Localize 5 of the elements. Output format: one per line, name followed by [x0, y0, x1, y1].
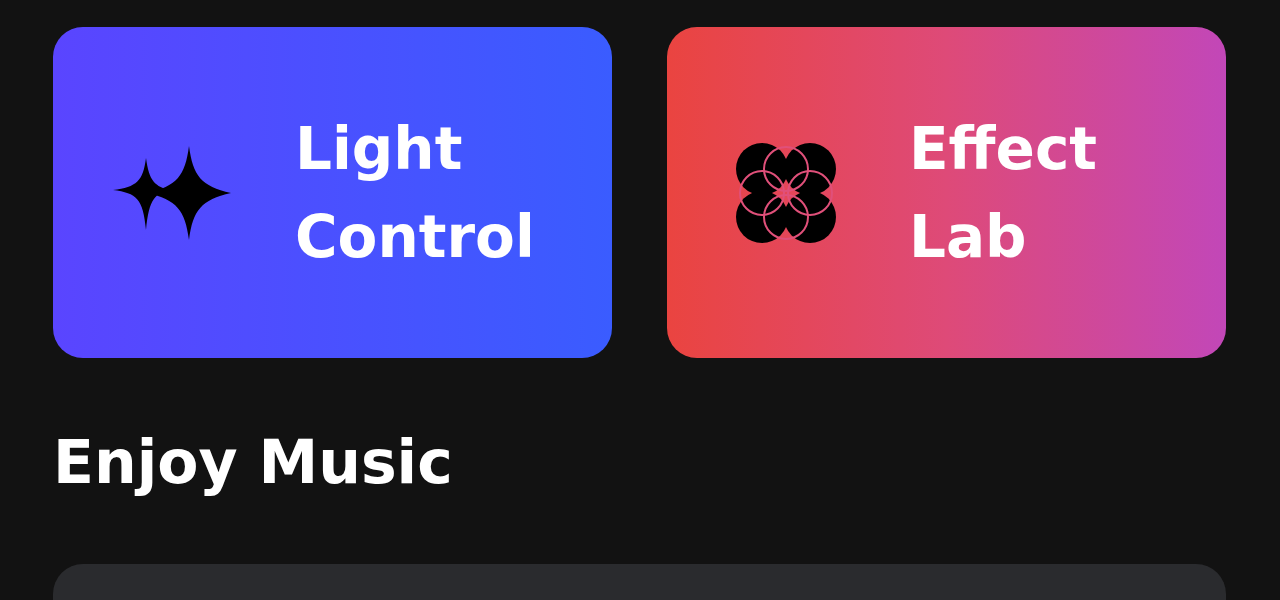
card-title: Effect Lab: [909, 113, 1099, 273]
feature-card[interactable]: Effect Lab: [667, 27, 1226, 358]
section-title: Enjoy Music: [53, 426, 454, 498]
card-title: Light Control: [295, 113, 536, 273]
feature-card[interactable]: Light Control: [53, 27, 612, 358]
